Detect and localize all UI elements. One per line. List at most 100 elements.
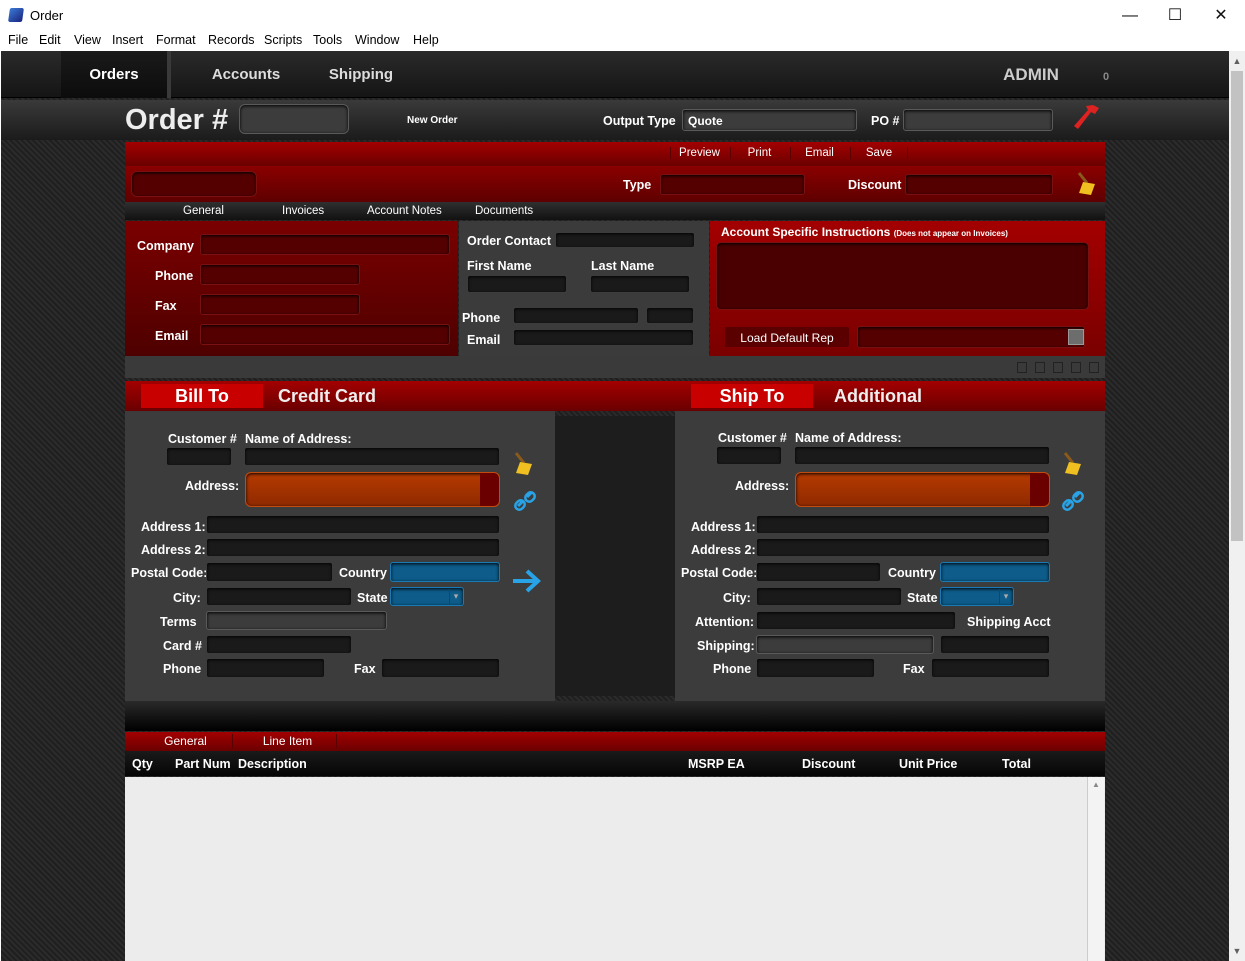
- page-dot-2[interactable]: [1035, 362, 1045, 373]
- ship-shipping-field[interactable]: [756, 635, 934, 654]
- menu-scripts[interactable]: Scripts: [264, 33, 302, 47]
- order-number-field[interactable]: [239, 104, 349, 134]
- bill-name-of-address-field[interactable]: [244, 447, 500, 466]
- rep-dropdown-button[interactable]: [1068, 329, 1084, 345]
- page-dot-5[interactable]: [1089, 362, 1099, 373]
- bill-terms-field[interactable]: [206, 611, 387, 630]
- new-order-button[interactable]: New Order: [407, 115, 458, 126]
- ship-address1-field[interactable]: [756, 515, 1050, 534]
- bill-address2-field[interactable]: [206, 538, 500, 557]
- company-field[interactable]: [200, 234, 450, 255]
- bill-broom-icon[interactable]: [512, 451, 534, 477]
- ship-chevron-down-icon[interactable]: ▾: [999, 589, 1012, 604]
- menu-view[interactable]: View: [74, 33, 101, 47]
- menu-window[interactable]: Window: [355, 33, 399, 47]
- tab-credit-card[interactable]: Credit Card: [278, 386, 376, 407]
- menu-format[interactable]: Format: [156, 33, 196, 47]
- ship-country-field[interactable]: [940, 562, 1050, 582]
- scroll-up-arrow[interactable]: ▲: [1088, 777, 1104, 793]
- ship-broom-icon[interactable]: [1061, 451, 1083, 477]
- window-scroll-up[interactable]: ▲: [1229, 53, 1245, 69]
- chevron-down-icon[interactable]: ▾: [449, 589, 462, 604]
- menu-file[interactable]: File: [8, 33, 28, 47]
- last-name-field[interactable]: [590, 275, 690, 293]
- menu-tools[interactable]: Tools: [313, 33, 342, 47]
- window-scroll-thumb[interactable]: [1231, 71, 1243, 541]
- tab-documents[interactable]: Documents: [475, 205, 533, 217]
- tab-account-notes[interactable]: Account Notes: [367, 205, 442, 217]
- tab-line-general[interactable]: General: [139, 734, 233, 748]
- tab-accounts[interactable]: Accounts: [196, 51, 296, 98]
- line-item-scrollbar[interactable]: ▲: [1087, 777, 1104, 961]
- bill-link-icon[interactable]: [513, 489, 537, 513]
- page-dot-3[interactable]: [1053, 362, 1063, 373]
- discount-field[interactable]: [905, 174, 1053, 195]
- preview-button[interactable]: Preview: [670, 147, 728, 159]
- fax-field[interactable]: [200, 294, 360, 315]
- contact-ext-field[interactable]: [646, 307, 694, 324]
- tab-shipping[interactable]: Shipping: [311, 51, 411, 98]
- po-field[interactable]: [903, 109, 1053, 131]
- close-button[interactable]: ✕: [1198, 0, 1244, 31]
- minimize-button[interactable]: —: [1107, 0, 1153, 31]
- arrow-right-icon[interactable]: [511, 566, 543, 596]
- bill-address1-field[interactable]: [206, 515, 500, 534]
- line-item-list[interactable]: ▲: [125, 777, 1105, 961]
- page-dot-1[interactable]: [1017, 362, 1027, 373]
- email-field[interactable]: [200, 324, 450, 345]
- contact-email-field[interactable]: [513, 329, 694, 346]
- shipping-acct-field[interactable]: [940, 635, 1050, 654]
- page-dot-4[interactable]: [1071, 362, 1081, 373]
- ship-name-of-address-field[interactable]: [794, 446, 1050, 465]
- ship-address2-field[interactable]: [756, 538, 1050, 557]
- bill-customer-no-field[interactable]: [166, 447, 232, 466]
- first-name-field[interactable]: [467, 275, 567, 293]
- bill-address-dropdown[interactable]: [480, 473, 499, 506]
- tab-additional[interactable]: Additional: [834, 386, 922, 407]
- bill-card-label: Card #: [163, 639, 202, 653]
- bill-city-field[interactable]: [206, 587, 352, 606]
- contact-phone-field[interactable]: [513, 307, 639, 324]
- instructions-field[interactable]: [716, 242, 1089, 310]
- bill-card-field[interactable]: [206, 635, 352, 654]
- menu-edit[interactable]: Edit: [39, 33, 61, 47]
- phone-field[interactable]: [200, 264, 360, 285]
- ship-fax-field[interactable]: [931, 658, 1050, 678]
- ship-address-dropdown[interactable]: [1030, 473, 1049, 506]
- bill-address-field[interactable]: [245, 472, 500, 507]
- load-default-rep-button[interactable]: Load Default Rep: [724, 326, 850, 348]
- window-scrollbar[interactable]: ▲ ▼: [1229, 51, 1245, 961]
- maximize-button[interactable]: ☐: [1152, 0, 1198, 31]
- tab-invoices[interactable]: Invoices: [282, 205, 324, 217]
- bill-postal-field[interactable]: [206, 562, 333, 582]
- print-button[interactable]: Print: [730, 147, 788, 159]
- menu-help[interactable]: Help: [413, 33, 439, 47]
- ship-city-field[interactable]: [756, 587, 902, 606]
- order-contact-field[interactable]: [555, 232, 695, 248]
- tab-line-item[interactable]: Line Item: [239, 734, 337, 748]
- save-button[interactable]: Save: [850, 147, 908, 159]
- menu-records[interactable]: Records: [208, 33, 255, 47]
- tab-bill-to[interactable]: Bill To: [141, 384, 263, 408]
- account-name-field[interactable]: [131, 171, 257, 197]
- type-field[interactable]: [660, 174, 805, 195]
- tab-orders[interactable]: Orders: [61, 51, 171, 98]
- menu-insert[interactable]: Insert: [112, 33, 143, 47]
- window-scroll-down[interactable]: ▼: [1229, 943, 1245, 959]
- ship-attention-field[interactable]: [756, 611, 956, 630]
- ship-customer-no-field[interactable]: [716, 446, 782, 465]
- ship-phone-field[interactable]: [756, 658, 875, 678]
- bill-country-field[interactable]: [390, 562, 500, 582]
- wrench-icon[interactable]: [1071, 102, 1101, 134]
- ship-link-icon[interactable]: [1061, 489, 1085, 513]
- broom-icon[interactable]: [1075, 171, 1097, 197]
- ship-postal-field[interactable]: [756, 562, 881, 582]
- tab-general[interactable]: General: [183, 205, 224, 217]
- bill-fax-field[interactable]: [381, 658, 500, 678]
- ship-address-field[interactable]: [795, 472, 1050, 507]
- tab-ship-to[interactable]: Ship To: [691, 384, 813, 408]
- rep-field[interactable]: [857, 326, 1085, 348]
- email-button[interactable]: Email: [790, 147, 848, 159]
- output-type-field[interactable]: Quote: [682, 109, 857, 131]
- bill-phone-field[interactable]: [206, 658, 325, 678]
